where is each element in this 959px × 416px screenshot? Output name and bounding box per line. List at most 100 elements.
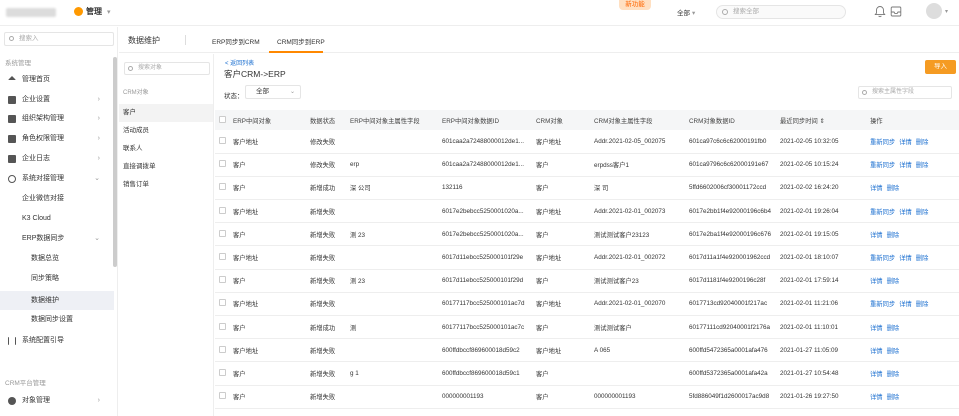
sort-time-header[interactable]: 最近同步时间 ⇕ bbox=[776, 110, 866, 130]
sidebar-item-sync-strategy[interactable]: 同步策略 bbox=[0, 271, 114, 287]
global-search-input[interactable]: 搜索全部 bbox=[716, 5, 846, 19]
row-select-cell[interactable] bbox=[215, 338, 229, 363]
row-select-cell[interactable] bbox=[215, 153, 229, 177]
delete-link[interactable]: 删除 bbox=[916, 255, 929, 262]
delete-link[interactable]: 删除 bbox=[887, 185, 900, 192]
sidebar-search-input[interactable]: 搜索入 bbox=[4, 32, 114, 46]
delete-link[interactable]: 删除 bbox=[887, 348, 900, 355]
sidebar-item-sync-settings[interactable]: 数据同步设置 bbox=[0, 312, 114, 328]
row-checkbox[interactable] bbox=[219, 183, 226, 191]
tab-crm-to-erp[interactable]: CRM同步到ERP bbox=[277, 36, 325, 46]
detail-link[interactable]: 详情 bbox=[870, 348, 883, 355]
row-checkbox[interactable] bbox=[219, 322, 226, 330]
resync-link[interactable]: 重新同步 bbox=[870, 301, 895, 308]
tab-erp-to-crm[interactable]: ERP同步到CRM bbox=[212, 36, 260, 46]
delete-link[interactable]: 删除 bbox=[916, 209, 929, 216]
sidebar-item-logs[interactable]: 企业日志 › bbox=[0, 151, 114, 167]
erp-object-cell: 客户 bbox=[229, 315, 306, 340]
row-select-cell[interactable] bbox=[215, 222, 229, 247]
field-search-input[interactable]: 搜索主属性字段 bbox=[858, 86, 952, 99]
row-checkbox[interactable] bbox=[219, 276, 226, 284]
row-select-cell[interactable] bbox=[215, 245, 229, 270]
new-feature-badge[interactable]: 新功能 bbox=[619, 0, 651, 10]
object-item-campaign-member[interactable]: 活动成员 bbox=[119, 122, 213, 140]
resync-link[interactable]: 重新同步 bbox=[870, 162, 895, 169]
detail-link[interactable]: 详情 bbox=[899, 162, 912, 169]
row-select-cell[interactable] bbox=[215, 130, 229, 154]
row-select-cell[interactable] bbox=[215, 361, 229, 386]
detail-link[interactable]: 详情 bbox=[870, 185, 883, 192]
inbox-icon[interactable] bbox=[890, 5, 902, 18]
sidebar-item-enterprise-settings[interactable]: 企业设置 › bbox=[0, 92, 114, 108]
detail-link[interactable]: 详情 bbox=[870, 278, 883, 285]
row-checkbox[interactable] bbox=[219, 368, 226, 376]
row-checkbox[interactable] bbox=[219, 299, 226, 307]
detail-link[interactable]: 详情 bbox=[899, 255, 912, 262]
sidebar-item-home[interactable]: 管理首页 bbox=[0, 72, 114, 88]
delete-link[interactable]: 删除 bbox=[887, 232, 900, 239]
sidebar-item-org[interactable]: 组织架构管理 › bbox=[0, 111, 114, 127]
detail-link[interactable]: 详情 bbox=[899, 209, 912, 216]
object-item-transfer-order[interactable]: 直接调拨单 bbox=[119, 158, 213, 176]
row-select-cell[interactable] bbox=[215, 292, 229, 317]
sidebar-item-k3cloud[interactable]: K3 Cloud bbox=[0, 211, 114, 227]
select-all-checkbox[interactable] bbox=[219, 115, 226, 123]
delete-link[interactable]: 删除 bbox=[887, 325, 900, 332]
crm-object-cell: 客户 bbox=[532, 361, 590, 386]
row-checkbox[interactable] bbox=[219, 392, 226, 400]
row-checkbox[interactable] bbox=[219, 253, 226, 261]
row-checkbox[interactable] bbox=[219, 160, 226, 168]
status-filter-select[interactable]: 全部 ⌄ bbox=[245, 85, 301, 99]
search-scope-select[interactable]: 全部 ▾ bbox=[677, 7, 695, 17]
import-button[interactable]: 导入 bbox=[925, 60, 956, 74]
delete-link[interactable]: 删除 bbox=[916, 162, 929, 169]
back-link[interactable]: < 返回列表 bbox=[225, 58, 254, 67]
row-checkbox[interactable] bbox=[219, 229, 226, 237]
sidebar-item-object-management[interactable]: 对象管理 › bbox=[0, 393, 114, 409]
sidebar-item-roles[interactable]: 角色权限管理 › bbox=[0, 131, 114, 147]
delete-link[interactable]: 删除 bbox=[887, 394, 900, 401]
sidebar-item-data-maintenance[interactable]: 数据维护 bbox=[0, 291, 114, 310]
app-switcher[interactable]: 管理 ▾ bbox=[74, 6, 111, 17]
select-all-cell[interactable] bbox=[215, 110, 229, 130]
chevron-down-icon[interactable]: ▾ bbox=[945, 8, 948, 15]
object-item-contact[interactable]: 联系人 bbox=[119, 140, 213, 158]
row-select-cell[interactable] bbox=[215, 199, 229, 224]
detail-link[interactable]: 详情 bbox=[870, 394, 883, 401]
row-checkbox[interactable] bbox=[219, 206, 226, 214]
row-checkbox[interactable] bbox=[219, 345, 226, 353]
detail-link[interactable]: 详情 bbox=[899, 139, 912, 146]
sidebar-scrollbar[interactable] bbox=[113, 57, 117, 267]
delete-link[interactable]: 删除 bbox=[916, 139, 929, 146]
delete-link[interactable]: 删除 bbox=[887, 371, 900, 378]
sidebar-item-data-overview[interactable]: 数据总览 bbox=[0, 251, 114, 267]
search-icon bbox=[128, 66, 133, 71]
resync-link[interactable]: 重新同步 bbox=[870, 255, 895, 262]
object-search-input[interactable]: 搜索对象 bbox=[124, 62, 210, 75]
sidebar-item-system-integration[interactable]: 系统对接管理 ⌄ bbox=[0, 171, 114, 187]
object-item-sales-order[interactable]: 销售订单 bbox=[119, 176, 213, 194]
row-select-cell[interactable] bbox=[215, 269, 229, 293]
main-area: 数据维护 ERP同步到CRM CRM同步到ERP 搜索对象 CRM对象 客户 活… bbox=[119, 27, 959, 416]
sidebar-item-erp-sync[interactable]: ERP数据同步 ⌄ bbox=[0, 231, 114, 247]
detail-link[interactable]: 详情 bbox=[899, 301, 912, 308]
row-select-cell[interactable] bbox=[215, 315, 229, 340]
resync-link[interactable]: 重新同步 bbox=[870, 209, 895, 216]
object-item-customer[interactable]: 客户 bbox=[119, 104, 213, 122]
sidebar-item-label: 角色权限管理 bbox=[22, 135, 64, 142]
detail-link[interactable]: 详情 bbox=[870, 325, 883, 332]
avatar[interactable] bbox=[926, 3, 942, 19]
sidebar-item-wecom[interactable]: 企业微信对接 bbox=[0, 191, 114, 207]
detail-link[interactable]: 详情 bbox=[870, 371, 883, 378]
row-checkbox[interactable] bbox=[219, 136, 226, 144]
table-header-row: ERP中间对象 数据状态 ERP中间对象主属性字段 ERP中间对象数据ID CR… bbox=[215, 110, 959, 130]
time-cell: 2021-01-27 11:05:09 bbox=[776, 338, 866, 363]
detail-link[interactable]: 详情 bbox=[870, 232, 883, 239]
row-select-cell[interactable] bbox=[215, 385, 229, 409]
row-select-cell[interactable] bbox=[215, 176, 229, 201]
sidebar-item-config-guide[interactable]: 系统配置引导 bbox=[0, 333, 114, 349]
resync-link[interactable]: 重新同步 bbox=[870, 139, 895, 146]
bell-icon[interactable] bbox=[874, 5, 886, 18]
delete-link[interactable]: 删除 bbox=[887, 278, 900, 285]
delete-link[interactable]: 删除 bbox=[916, 301, 929, 308]
